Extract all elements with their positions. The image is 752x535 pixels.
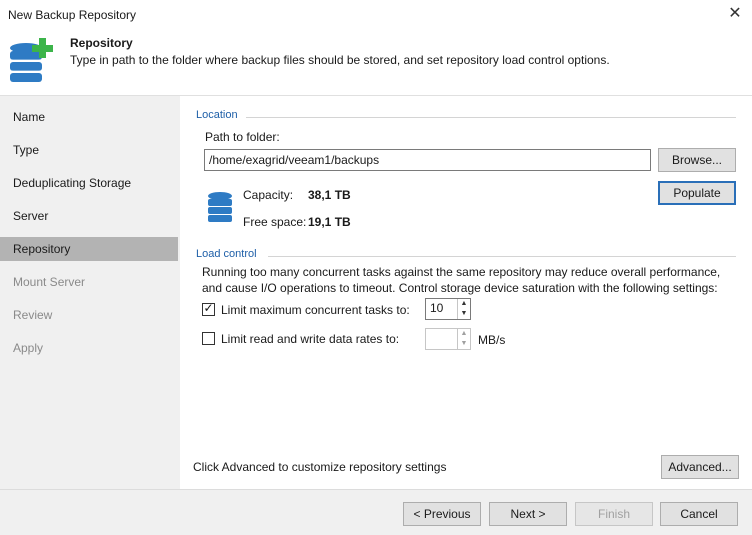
spin-up-icon[interactable]: ▲ <box>458 299 470 309</box>
spin-up-icon[interactable]: ▲ <box>458 329 470 339</box>
title-bar: New Backup Repository ✕ <box>0 0 752 30</box>
path-input[interactable]: /home/exagrid/veeam1/backups <box>204 149 651 171</box>
step-apply: Apply <box>13 341 44 355</box>
step-deduplicating-storage[interactable]: Deduplicating Storage <box>0 171 178 195</box>
cancel-button[interactable]: Cancel <box>660 502 738 526</box>
free-space-value: 19,1 TB <box>308 215 351 229</box>
limit-tasks-label: Limit maximum concurrent tasks to: <box>221 303 410 317</box>
step-review: Review <box>13 308 53 322</box>
wizard-footer: < Previous Next > Finish Cancel <box>0 489 752 535</box>
step-server[interactable]: Server <box>0 204 178 228</box>
location-section-title: Location <box>196 109 238 121</box>
step-name[interactable]: Name <box>0 105 178 129</box>
close-icon[interactable]: ✕ <box>724 3 746 25</box>
page-title: Repository <box>70 36 133 50</box>
browse-button[interactable]: Browse... <box>658 148 736 172</box>
path-label: Path to folder: <box>205 130 280 144</box>
limit-rate-checkbox[interactable] <box>202 332 215 345</box>
next-button[interactable]: Next > <box>489 502 567 526</box>
advanced-hint: Click Advanced to customize repository s… <box>193 460 447 474</box>
wizard-steps: Name Type Deduplicating Storage Server R… <box>0 95 180 489</box>
load-control-divider <box>268 256 736 257</box>
free-space-label: Free space: <box>243 215 307 229</box>
window-title: New Backup Repository <box>8 8 137 22</box>
load-control-description-line1: Running too many concurrent tasks agains… <box>202 265 721 279</box>
load-control-section-title: Load control <box>196 248 257 260</box>
limit-rate-label: Limit read and write data rates to: <box>221 332 400 346</box>
capacity-value: 38,1 TB <box>308 188 351 202</box>
limit-tasks-spinner[interactable]: 10 ▲ ▼ <box>425 298 471 320</box>
wizard-header: Repository Type in path to the folder wh… <box>0 30 752 94</box>
step-repository[interactable]: Repository <box>0 237 178 261</box>
spin-down-icon[interactable]: ▼ <box>458 309 470 319</box>
database-icon <box>208 192 232 222</box>
checkmark-icon: ✓ <box>203 301 214 315</box>
capacity-label: Capacity: <box>243 188 294 202</box>
previous-button[interactable]: < Previous <box>403 502 481 526</box>
database-add-icon <box>10 38 53 82</box>
page-description: Type in path to the folder where backup … <box>70 53 610 67</box>
wizard-content: Location Path to folder: /home/exagrid/v… <box>180 95 752 489</box>
step-type[interactable]: Type <box>0 138 178 162</box>
location-divider <box>246 117 736 118</box>
limit-rate-spinner[interactable]: ▲ ▼ <box>425 328 471 350</box>
rate-unit-label: MB/s <box>478 333 506 347</box>
finish-button: Finish <box>575 502 653 526</box>
limit-tasks-checkbox[interactable]: ✓ <box>202 301 215 316</box>
advanced-button[interactable]: Advanced... <box>661 455 739 479</box>
spin-down-icon[interactable]: ▼ <box>458 339 470 349</box>
load-control-description-line2: and cause I/O operations to timeout. Con… <box>202 281 718 295</box>
populate-button[interactable]: Populate <box>658 181 736 205</box>
step-mount-server: Mount Server <box>13 275 86 289</box>
limit-tasks-value: 10 <box>430 301 444 315</box>
